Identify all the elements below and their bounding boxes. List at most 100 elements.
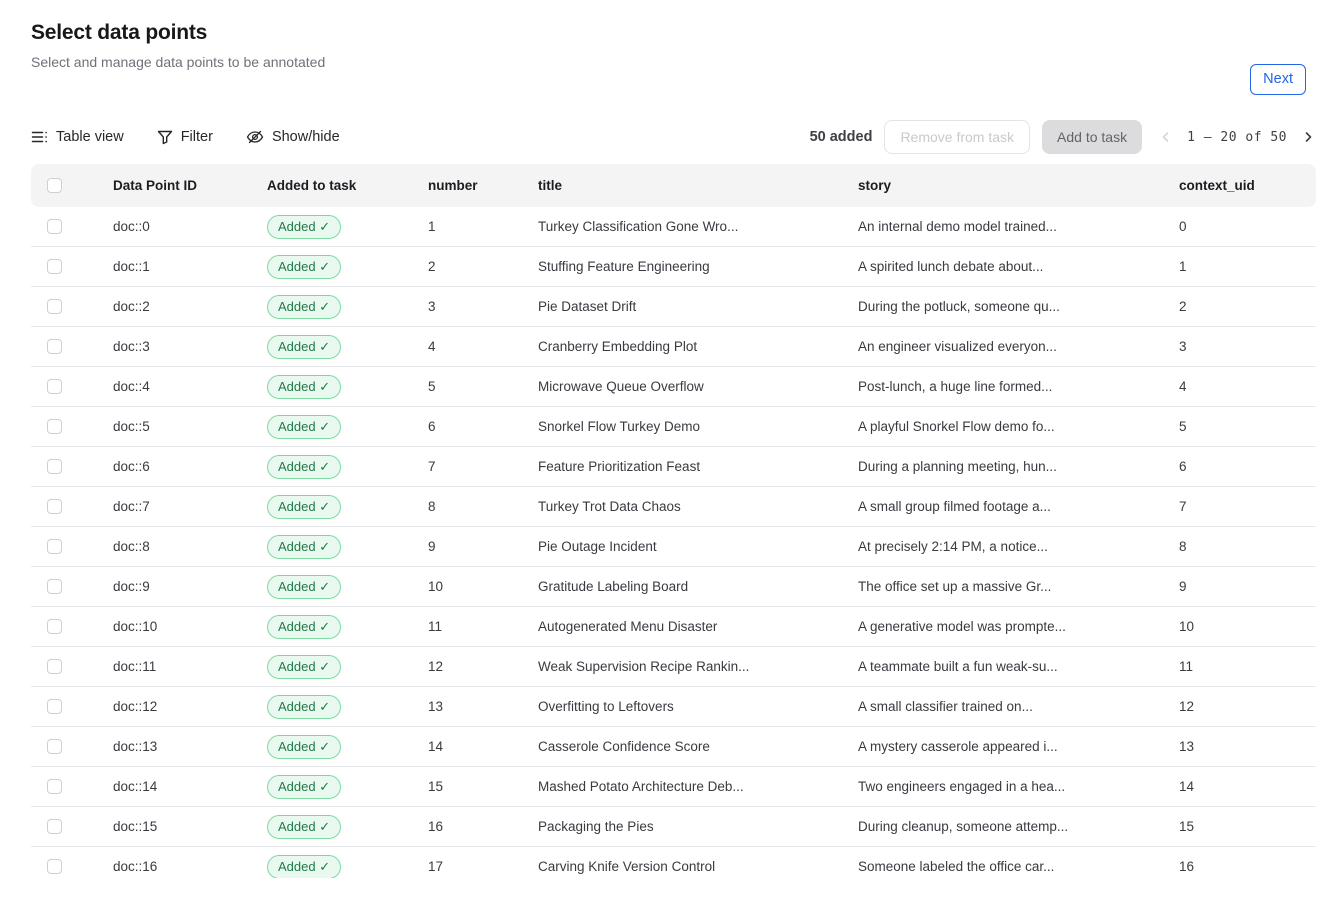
column-header-number: number — [428, 164, 538, 207]
cell-title: Pie Dataset Drift — [538, 287, 858, 327]
table-row: doc::16 Added ✓ 17 Carving Knife Version… — [31, 847, 1316, 878]
cell-data-point-id: doc::0 — [113, 207, 267, 247]
cell-title: Turkey Trot Data Chaos — [538, 487, 858, 527]
remove-from-task-button[interactable]: Remove from task — [884, 120, 1030, 154]
row-checkbox[interactable] — [47, 459, 62, 474]
cell-title: Stuffing Feature Engineering — [538, 247, 858, 287]
added-badge: Added ✓ — [267, 415, 341, 439]
row-checkbox[interactable] — [47, 299, 62, 314]
column-header-context-uid: context_uid — [1179, 164, 1316, 207]
row-checkbox[interactable] — [47, 219, 62, 234]
row-checkbox[interactable] — [47, 499, 62, 514]
table-row: doc::8 Added ✓ 9 Pie Outage Incident At … — [31, 527, 1316, 567]
table-row: doc::6 Added ✓ 7 Feature Prioritization … — [31, 447, 1316, 487]
cell-title: Autogenerated Menu Disaster — [538, 607, 858, 647]
cell-title: Cranberry Embedding Plot — [538, 327, 858, 367]
chevron-right-icon[interactable] — [1300, 129, 1316, 145]
table-row: doc::14 Added ✓ 15 Mashed Potato Archite… — [31, 767, 1316, 807]
added-badge: Added ✓ — [267, 735, 341, 759]
cell-number: 2 — [428, 247, 538, 287]
row-checkbox[interactable] — [47, 579, 62, 594]
row-checkbox[interactable] — [47, 659, 62, 674]
added-badge: Added ✓ — [267, 655, 341, 679]
cell-title: Microwave Queue Overflow — [538, 367, 858, 407]
cell-story: A spirited lunch debate about... — [858, 247, 1179, 287]
data-table-container: Data Point ID Added to task number title… — [31, 164, 1316, 878]
cell-story: Someone labeled the office car... — [858, 847, 1179, 878]
cell-number: 7 — [428, 447, 538, 487]
cell-data-point-id: doc::16 — [113, 847, 267, 878]
page-subtitle: Select and manage data points to be anno… — [31, 53, 1316, 71]
cell-data-point-id: doc::7 — [113, 487, 267, 527]
table-view-button[interactable]: Table view — [31, 127, 124, 147]
cell-number: 1 — [428, 207, 538, 247]
table-body: doc::0 Added ✓ 1 Turkey Classification G… — [31, 207, 1316, 878]
row-checkbox[interactable] — [47, 259, 62, 274]
cell-number: 5 — [428, 367, 538, 407]
show-hide-button[interactable]: Show/hide — [246, 127, 340, 147]
cell-story: A small classifier trained on... — [858, 687, 1179, 727]
cell-title: Packaging the Pies — [538, 807, 858, 847]
cell-number: 10 — [428, 567, 538, 607]
added-badge: Added ✓ — [267, 815, 341, 839]
row-checkbox[interactable] — [47, 699, 62, 714]
cell-number: 14 — [428, 727, 538, 767]
row-checkbox[interactable] — [47, 819, 62, 834]
column-header-title: title — [538, 164, 858, 207]
cell-title: Carving Knife Version Control — [538, 847, 858, 878]
column-header-story: story — [858, 164, 1179, 207]
cell-context-uid: 5 — [1179, 407, 1316, 447]
added-badge: Added ✓ — [267, 775, 341, 799]
row-checkbox[interactable] — [47, 859, 62, 874]
cell-story: During cleanup, someone attemp... — [858, 807, 1179, 847]
table-row: doc::11 Added ✓ 12 Weak Supervision Reci… — [31, 647, 1316, 687]
added-badge: Added ✓ — [267, 575, 341, 599]
cell-data-point-id: doc::11 — [113, 647, 267, 687]
cell-data-point-id: doc::9 — [113, 567, 267, 607]
select-all-checkbox[interactable] — [47, 178, 62, 193]
filter-icon — [157, 129, 173, 145]
added-badge: Added ✓ — [267, 215, 341, 239]
table-row: doc::15 Added ✓ 16 Packaging the Pies Du… — [31, 807, 1316, 847]
added-badge: Added ✓ — [267, 295, 341, 319]
cell-context-uid: 6 — [1179, 447, 1316, 487]
table-row: doc::4 Added ✓ 5 Microwave Queue Overflo… — [31, 367, 1316, 407]
row-checkbox[interactable] — [47, 419, 62, 434]
pagination-range: 1 – 20 of 50 — [1187, 130, 1287, 145]
next-button[interactable]: Next — [1250, 64, 1306, 95]
row-checkbox[interactable] — [47, 539, 62, 554]
cell-title: Mashed Potato Architecture Deb... — [538, 767, 858, 807]
cell-number: 13 — [428, 687, 538, 727]
cell-story: At precisely 2:14 PM, a notice... — [858, 527, 1179, 567]
cell-number: 11 — [428, 607, 538, 647]
cell-context-uid: 2 — [1179, 287, 1316, 327]
cell-title: Pie Outage Incident — [538, 527, 858, 567]
cell-story: A generative model was prompte... — [858, 607, 1179, 647]
cell-data-point-id: doc::2 — [113, 287, 267, 327]
cell-data-point-id: doc::12 — [113, 687, 267, 727]
row-checkbox[interactable] — [47, 619, 62, 634]
row-checkbox[interactable] — [47, 379, 62, 394]
added-badge: Added ✓ — [267, 335, 341, 359]
cell-story: The office set up a massive Gr... — [858, 567, 1179, 607]
row-checkbox[interactable] — [47, 779, 62, 794]
cell-story: Two engineers engaged in a hea... — [858, 767, 1179, 807]
filter-label: Filter — [181, 127, 213, 147]
cell-story: A mystery casserole appeared i... — [858, 727, 1179, 767]
chevron-left-icon[interactable] — [1158, 129, 1174, 145]
add-to-task-button[interactable]: Add to task — [1042, 120, 1142, 154]
cell-story: A small group filmed footage a... — [858, 487, 1179, 527]
added-badge: Added ✓ — [267, 615, 341, 639]
cell-title: Feature Prioritization Feast — [538, 447, 858, 487]
table-row: doc::13 Added ✓ 14 Casserole Confidence … — [31, 727, 1316, 767]
filter-button[interactable]: Filter — [157, 127, 213, 147]
row-checkbox[interactable] — [47, 339, 62, 354]
table-view-label: Table view — [56, 127, 124, 147]
cell-data-point-id: doc::14 — [113, 767, 267, 807]
cell-number: 12 — [428, 647, 538, 687]
cell-context-uid: 3 — [1179, 327, 1316, 367]
row-checkbox[interactable] — [47, 739, 62, 754]
cell-context-uid: 7 — [1179, 487, 1316, 527]
added-badge: Added ✓ — [267, 855, 341, 879]
table-row: doc::0 Added ✓ 1 Turkey Classification G… — [31, 207, 1316, 247]
